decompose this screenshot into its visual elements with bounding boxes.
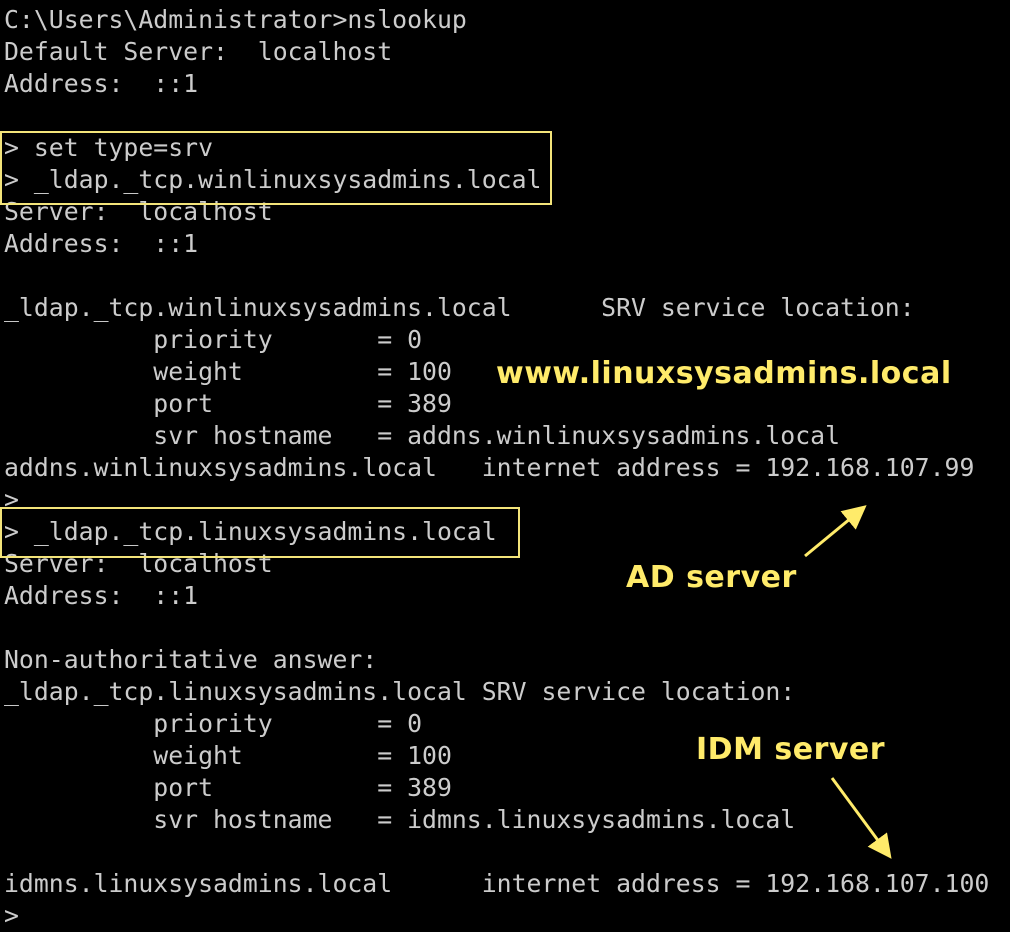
- terminal-line: _ldap._tcp.winlinuxsysadmins.local SRV s…: [4, 293, 915, 322]
- highlight-box-set-type-query: [0, 131, 552, 205]
- terminal-line: Address: ::1: [4, 229, 199, 258]
- ad-server-label: AD server: [626, 560, 797, 595]
- terminal-line: weight = 100: [4, 357, 452, 386]
- terminal-line: Non-authoritative answer:: [4, 645, 378, 674]
- watermark-text: www.linuxsysadmins.local: [496, 356, 952, 391]
- terminal-line: Address: ::1: [4, 581, 199, 610]
- highlight-box-linuxsysadmins-query: [0, 507, 520, 558]
- terminal-line: priority = 0: [4, 709, 423, 738]
- terminal-line: port = 389: [4, 389, 452, 418]
- terminal-line: svr hostname = addns.winlinuxsysadmins.l…: [4, 421, 841, 450]
- terminal-line: port = 389: [4, 773, 452, 802]
- terminal-line: Default Server: localhost: [4, 37, 393, 66]
- terminal-line: svr hostname = idmns.linuxsysadmins.loca…: [4, 805, 796, 834]
- idm-server-label: IDM server: [696, 732, 886, 767]
- terminal-line: Address: ::1: [4, 69, 199, 98]
- terminal-line: addns.winlinuxsysadmins.local internet a…: [4, 453, 975, 482]
- terminal-line: weight = 100: [4, 741, 452, 770]
- terminal-line: _ldap._tcp.linuxsysadmins.local SRV serv…: [4, 677, 796, 706]
- terminal-line: idmns.linuxsysadmins.local internet addr…: [4, 869, 990, 898]
- terminal-line-prompt[interactable]: >: [4, 900, 19, 932]
- terminal-line: C:\Users\Administrator>nslookup: [4, 5, 467, 34]
- terminal-line: priority = 0: [4, 325, 423, 354]
